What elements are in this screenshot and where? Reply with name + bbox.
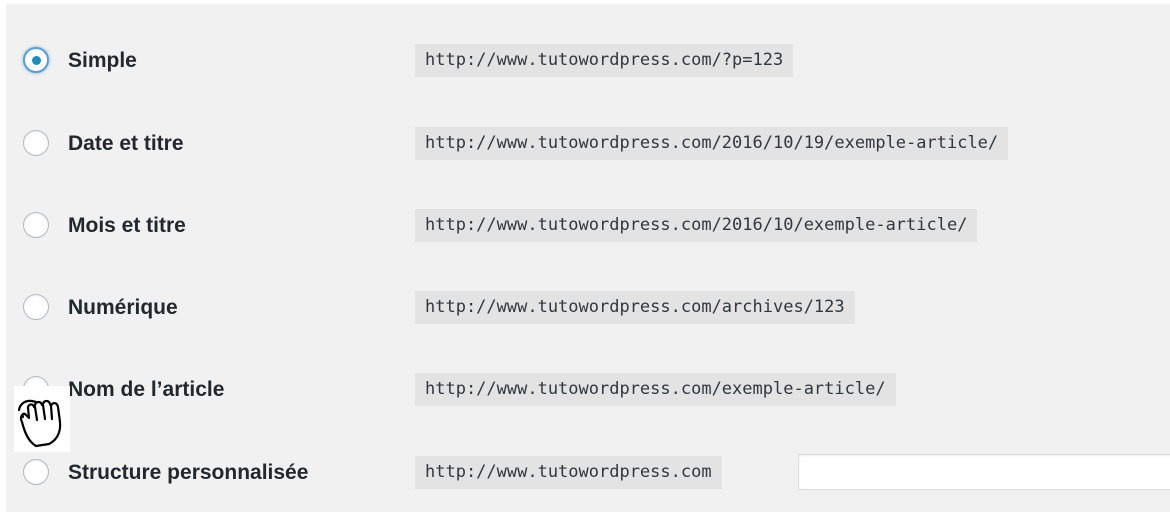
permalink-settings-panel: Simple http://www.tutowordpress.com/?p=1… bbox=[6, 4, 1170, 512]
option-label-date-title: Date et titre bbox=[68, 132, 184, 155]
url-example-date-title: http://www.tutowordpress.com/2016/10/19/… bbox=[415, 127, 1009, 160]
option-label-custom-structure: Structure personnalisée bbox=[68, 461, 309, 484]
url-example-month-title: http://www.tutowordpress.com/2016/10/exe… bbox=[415, 209, 978, 242]
permalink-option-numeric[interactable]: Numérique http://www.tutowordpress.com/a… bbox=[6, 288, 1170, 328]
url-base-custom-structure: http://www.tutowordpress.com bbox=[415, 456, 722, 489]
permalink-option-custom-structure[interactable]: Structure personnalisée http://www.tutow… bbox=[6, 453, 1170, 493]
option-label-month-title: Mois et titre bbox=[68, 214, 186, 237]
hand-pointer-icon bbox=[14, 386, 70, 452]
url-example-numeric: http://www.tutowordpress.com/archives/12… bbox=[415, 291, 855, 324]
option-label-numeric: Numérique bbox=[68, 296, 178, 319]
permalink-option-month-title[interactable]: Mois et titre http://www.tutowordpress.c… bbox=[6, 206, 1170, 246]
permalink-option-post-name[interactable]: Nom de l’article http://www.tutowordpres… bbox=[6, 370, 1170, 410]
url-example-post-name: http://www.tutowordpress.com/exemple-art… bbox=[415, 373, 896, 406]
url-example-simple: http://www.tutowordpress.com/?p=123 bbox=[415, 44, 794, 77]
radio-numeric[interactable] bbox=[23, 294, 49, 320]
radio-simple[interactable] bbox=[23, 47, 49, 73]
radio-month-title[interactable] bbox=[23, 212, 49, 238]
radio-custom-structure[interactable] bbox=[23, 459, 49, 485]
radio-date-title[interactable] bbox=[23, 130, 49, 156]
option-label-post-name: Nom de l’article bbox=[68, 378, 225, 401]
permalink-option-simple[interactable]: Simple http://www.tutowordpress.com/?p=1… bbox=[6, 41, 1170, 81]
custom-structure-input[interactable] bbox=[798, 454, 1170, 490]
permalink-option-date-title[interactable]: Date et titre http://www.tutowordpress.c… bbox=[6, 124, 1170, 164]
option-label-simple: Simple bbox=[68, 49, 137, 72]
